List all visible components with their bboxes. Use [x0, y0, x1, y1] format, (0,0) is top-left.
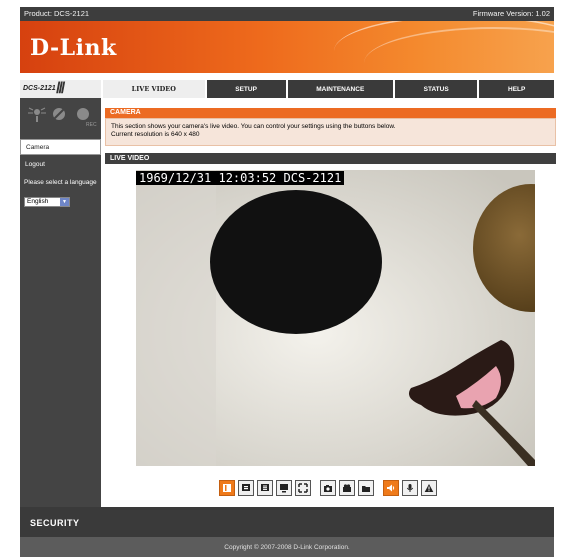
- copyright-bar: Copyright © 2007-2008 D-Link Corporation…: [20, 537, 554, 557]
- microphone-button[interactable]: [402, 480, 418, 496]
- sidebar-item-logout[interactable]: Logout: [20, 157, 101, 173]
- tab-help[interactable]: HELP: [477, 80, 554, 98]
- rec-label: REC: [86, 122, 97, 128]
- firmware-version: Firmware Version: 1.02: [472, 9, 550, 18]
- microphone-icon: [406, 484, 414, 492]
- speaker-icon: [387, 484, 395, 492]
- storage-folder-button[interactable]: [358, 480, 374, 496]
- live-video-header: LIVE VIDEO: [105, 153, 556, 164]
- record-button[interactable]: [339, 480, 355, 496]
- speaker-button[interactable]: [383, 480, 399, 496]
- camera-section-header: CAMERA: [105, 108, 556, 118]
- profile-1-icon: [223, 484, 231, 492]
- video-profile-3-button[interactable]: [257, 480, 273, 496]
- copyright-text: Copyright © 2007-2008 D-Link Corporation…: [224, 544, 350, 551]
- live-video-view[interactable]: 1969/12/31 12:03:52 DCS-2121: [136, 170, 535, 466]
- profile-3-icon: [261, 484, 269, 491]
- security-footer-bar: SECURITY: [20, 507, 554, 537]
- video-frame-image: [136, 170, 535, 466]
- video-timestamp: 1969/12/31 12:03:52 DCS-2121: [136, 171, 345, 185]
- snapshot-button[interactable]: [320, 480, 336, 496]
- language-value: English: [27, 198, 49, 205]
- tab-setup[interactable]: SETUP: [204, 80, 286, 98]
- status-icons: REC: [28, 106, 98, 128]
- main-nav-tabs: LIVE VIDEO SETUP MAINTENANCE STATUS HELP: [101, 80, 554, 98]
- model-badge: DCS-2121 ///: [20, 80, 101, 98]
- product-label: Product: DCS-2121: [24, 9, 90, 18]
- camera-description: This section shows your camera's live vi…: [105, 118, 556, 146]
- separator: [20, 73, 554, 80]
- tab-status[interactable]: STATUS: [392, 80, 477, 98]
- mobile-icon: [280, 484, 288, 493]
- chevron-down-icon[interactable]: ▼: [60, 198, 69, 206]
- full-screen-button[interactable]: [295, 480, 311, 496]
- header-banner: D-Link: [20, 21, 554, 73]
- section-title: CAMERA: [110, 109, 141, 116]
- sidebar-item-camera[interactable]: Camera: [20, 139, 101, 155]
- language-label: Please select a language: [24, 179, 97, 186]
- record-icon: [343, 484, 351, 492]
- record-icon: [77, 108, 89, 120]
- resolution-text: Current resolution is 640 x 480: [111, 131, 200, 138]
- fullscreen-icon: [298, 483, 308, 493]
- sidebar-item-label: Camera: [26, 144, 50, 151]
- warning-icon: [424, 484, 434, 492]
- security-label: SECURITY: [30, 518, 80, 528]
- model-label: DCS-2121: [23, 85, 56, 92]
- model-slashes-decoration: ///: [56, 80, 65, 97]
- main-content: CAMERA This section shows your camera's …: [101, 98, 556, 507]
- video-profile-1-button[interactable]: [219, 480, 235, 496]
- sidebar: REC Camera Logout Please select a langua…: [20, 98, 101, 507]
- mobile-view-button[interactable]: [276, 480, 292, 496]
- video-profile-2-button[interactable]: [238, 480, 254, 496]
- top-info-bar: Product: DCS-2121 Firmware Version: 1.02: [20, 7, 554, 21]
- profile-2-icon: [242, 484, 250, 491]
- sidebar-item-label: Logout: [25, 161, 45, 168]
- tab-live-video[interactable]: LIVE VIDEO: [101, 80, 205, 98]
- video-control-toolbar: [219, 480, 437, 497]
- tab-maintenance[interactable]: MAINTENANCE: [285, 80, 393, 98]
- language-select[interactable]: English ▼: [24, 197, 70, 207]
- dlink-logo: D-Link: [30, 35, 117, 61]
- description-text: This section shows your camera's live vi…: [111, 123, 396, 130]
- camera-icon: [324, 485, 332, 492]
- folder-icon: [362, 486, 370, 492]
- motion-icon: [28, 107, 46, 122]
- page: Product: DCS-2121 Firmware Version: 1.02…: [20, 0, 556, 557]
- digital-output-button[interactable]: [421, 480, 437, 496]
- network-icon: [52, 107, 66, 121]
- section-title: LIVE VIDEO: [110, 155, 150, 162]
